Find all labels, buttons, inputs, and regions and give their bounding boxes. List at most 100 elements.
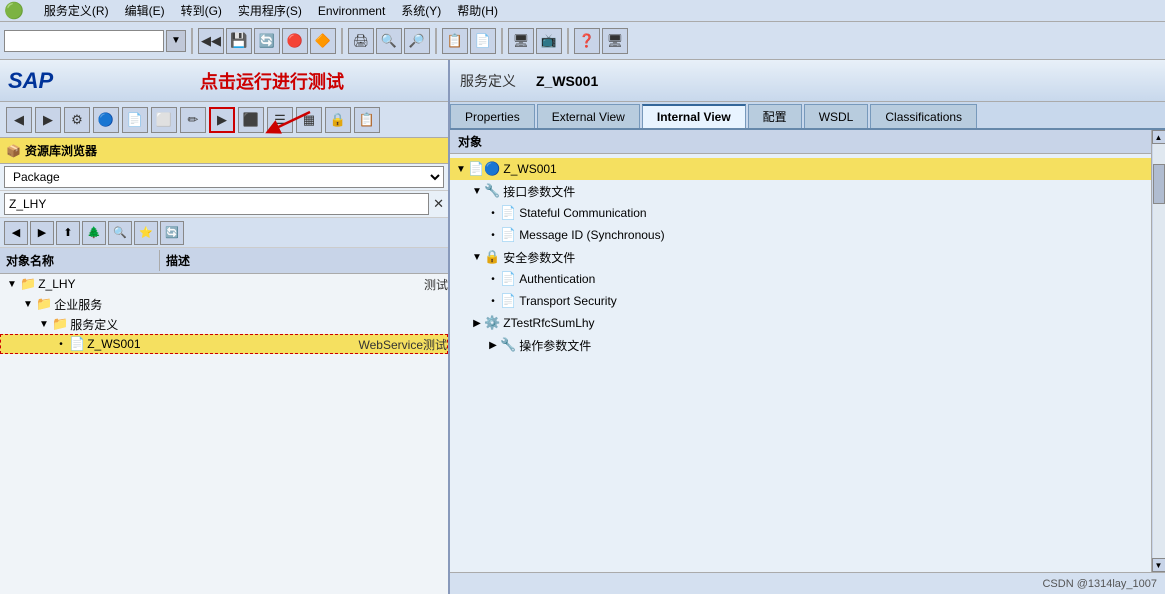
settings-btn[interactable]: 🖥	[602, 28, 628, 54]
second-toolbar: ◀ ▶ ⚙ 🔵 📄 ⬜ ✏ ▶ ⬛ ☰ ▦ 🔒 📋	[0, 102, 448, 138]
fwd-btn[interactable]: ▶	[35, 107, 61, 133]
find-btn[interactable]: 🔍	[376, 28, 402, 54]
s-btn8[interactable]: ▦	[296, 107, 322, 133]
right-tree-op[interactable]: ▶ 🔧 操作参数文件	[450, 334, 1151, 356]
resource-icon: 📦	[6, 144, 21, 158]
r-label-stateful: Stateful Communication	[519, 206, 646, 220]
prev-btn[interactable]: ◀◀	[198, 28, 224, 54]
resource-title: 资源库浏览器	[25, 142, 97, 159]
nav-back[interactable]: ◀	[4, 221, 28, 245]
menu-item-env[interactable]: Environment	[318, 4, 385, 18]
s-btn2[interactable]: 🔵	[93, 107, 119, 133]
expand-servicedef[interactable]: ▼	[36, 319, 52, 330]
menu-item-service[interactable]: 服务定义(R)	[44, 2, 109, 19]
exp-zws001[interactable]: ▼	[454, 164, 468, 175]
separator-2	[341, 28, 343, 54]
nav-fwd[interactable]: ▶	[30, 221, 54, 245]
right-tree-transport[interactable]: • 📄 Transport Security	[450, 290, 1151, 312]
folder-icon-enterprise: 📁	[36, 296, 52, 312]
tab-wsdl[interactable]: WSDL	[804, 104, 869, 128]
btn3[interactable]: 🔄	[254, 28, 280, 54]
exp-interface[interactable]: ▼	[470, 186, 484, 197]
right-tree-security[interactable]: ▼ 🔒 安全参数文件	[450, 246, 1151, 268]
separator-3	[435, 28, 437, 54]
search-input[interactable]	[4, 193, 429, 215]
s-btn9[interactable]: 🔒	[325, 107, 351, 133]
menu-item-edit[interactable]: 编辑(E)	[125, 2, 165, 19]
print-btn[interactable]: 🖨	[348, 28, 374, 54]
r-icon-stateful: 📄	[500, 205, 516, 221]
doc-icon-zws001: 📄	[69, 336, 85, 352]
separator-1	[191, 28, 193, 54]
right-tree-auth[interactable]: • 📄 Authentication	[450, 268, 1151, 290]
r-label-messageid: Message ID (Synchronous)	[519, 228, 664, 242]
tab-properties[interactable]: Properties	[450, 104, 535, 128]
right-scrollbar[interactable]: ▲ ▼	[1151, 130, 1165, 572]
clear-btn[interactable]: ✕	[433, 196, 444, 212]
right-tree-interface[interactable]: ▼ 🔧 接口参数文件	[450, 180, 1151, 202]
right-content: 对象 ▼ 📄🔵 Z_WS001 ▼ 🔧 接口参数文件 • 📄	[450, 130, 1151, 572]
label-zlhy: Z_LHY	[38, 277, 416, 291]
find2-btn[interactable]: 🔎	[404, 28, 430, 54]
save-btn[interactable]: 💾	[226, 28, 252, 54]
help-btn[interactable]: ❓	[574, 28, 600, 54]
tree-item-zws001[interactable]: • 📄 Z_WS001 WebService测试	[0, 334, 448, 354]
exp-op[interactable]: ▶	[486, 340, 500, 351]
exp-ztest[interactable]: ▶	[470, 318, 484, 329]
scrollbar-down[interactable]: ▼	[1152, 558, 1165, 572]
nav-refresh[interactable]: 🔄	[160, 221, 184, 245]
r-icon-zws001: 📄🔵	[468, 161, 500, 177]
right-scroll-area: 对象 ▼ 📄🔵 Z_WS001 ▼ 🔧 接口参数文件 • 📄	[450, 130, 1165, 572]
s-btn1[interactable]: ⚙	[64, 107, 90, 133]
scrollbar-track[interactable]	[1153, 144, 1165, 558]
nav-up[interactable]: ⬆	[56, 221, 80, 245]
right-tree-zws001[interactable]: ▼ 📄🔵 Z_WS001	[450, 158, 1151, 180]
command-input[interactable]	[4, 30, 164, 52]
window-btn[interactable]: 🖥	[508, 28, 534, 54]
menu-item-system[interactable]: 系统(Y)	[401, 2, 441, 19]
command-dropdown[interactable]: ▼	[166, 30, 186, 52]
menu-item-utils[interactable]: 实用程序(S)	[238, 2, 302, 19]
separator-4	[501, 28, 503, 54]
btn4[interactable]: 🔴	[282, 28, 308, 54]
right-obj-header: 对象	[450, 130, 1151, 154]
s-btn10[interactable]: 📋	[354, 107, 380, 133]
tab-config[interactable]: 配置	[748, 104, 802, 128]
expand-zws001[interactable]: •	[53, 339, 69, 350]
s-btn4[interactable]: ⬜	[151, 107, 177, 133]
tab-external-view[interactable]: External View	[537, 104, 640, 128]
nav-tree[interactable]: 🌲	[82, 221, 106, 245]
right-tree-messageid[interactable]: • 📄 Message ID (Synchronous)	[450, 224, 1151, 246]
nav-find[interactable]: 🔍	[108, 221, 132, 245]
r-icon-op: 🔧	[500, 337, 516, 353]
right-tree-stateful[interactable]: • 📄 Stateful Communication	[450, 202, 1151, 224]
btn5[interactable]: 🔶	[310, 28, 336, 54]
s-btn5[interactable]: ✏	[180, 107, 206, 133]
page2-btn[interactable]: 📄	[470, 28, 496, 54]
toolbar-row: ▼ ◀◀ 💾 🔄 🔴 🔶 🖨 🔍 🔎 📋 📄 🖥 📺 ❓ 🖥	[0, 22, 1165, 60]
menu-item-goto[interactable]: 转到(G)	[181, 2, 222, 19]
s-btn3[interactable]: 📄	[122, 107, 148, 133]
s-btn7[interactable]: ☰	[267, 107, 293, 133]
s-btn6[interactable]: ⬛	[238, 107, 264, 133]
back-btn[interactable]: ◀	[6, 107, 32, 133]
scrollbar-up[interactable]: ▲	[1152, 130, 1165, 144]
tree-item-servicedef[interactable]: ▼ 📁 服务定义	[0, 314, 448, 334]
nav-star[interactable]: ⭐	[134, 221, 158, 245]
r-label-op: 操作参数文件	[519, 337, 591, 354]
tab-classifications[interactable]: Classifications	[870, 104, 977, 128]
right-tree-ztest[interactable]: ▶ ⚙️ ZTestRfcSumLhy	[450, 312, 1151, 334]
tree-item-zlhy[interactable]: ▼ 📁 Z_LHY 测试	[0, 274, 448, 294]
tree-item-enterprise[interactable]: ▼ 📁 企业服务	[0, 294, 448, 314]
page-btn[interactable]: 📋	[442, 28, 468, 54]
tab-internal-view[interactable]: Internal View	[642, 104, 746, 128]
exp-security[interactable]: ▼	[470, 252, 484, 263]
window2-btn[interactable]: 📺	[536, 28, 562, 54]
expand-enterprise[interactable]: ▼	[20, 299, 36, 310]
left-tree-area: ▼ 📁 Z_LHY 测试 ▼ 📁 企业服务 ▼ 📁 服务定义	[0, 274, 448, 594]
package-select[interactable]: Package	[4, 166, 444, 188]
menu-item-help[interactable]: 帮助(H)	[457, 2, 498, 19]
scrollbar-thumb[interactable]	[1153, 164, 1165, 204]
run-btn[interactable]: ▶	[209, 107, 235, 133]
expand-zlhy[interactable]: ▼	[4, 279, 20, 290]
